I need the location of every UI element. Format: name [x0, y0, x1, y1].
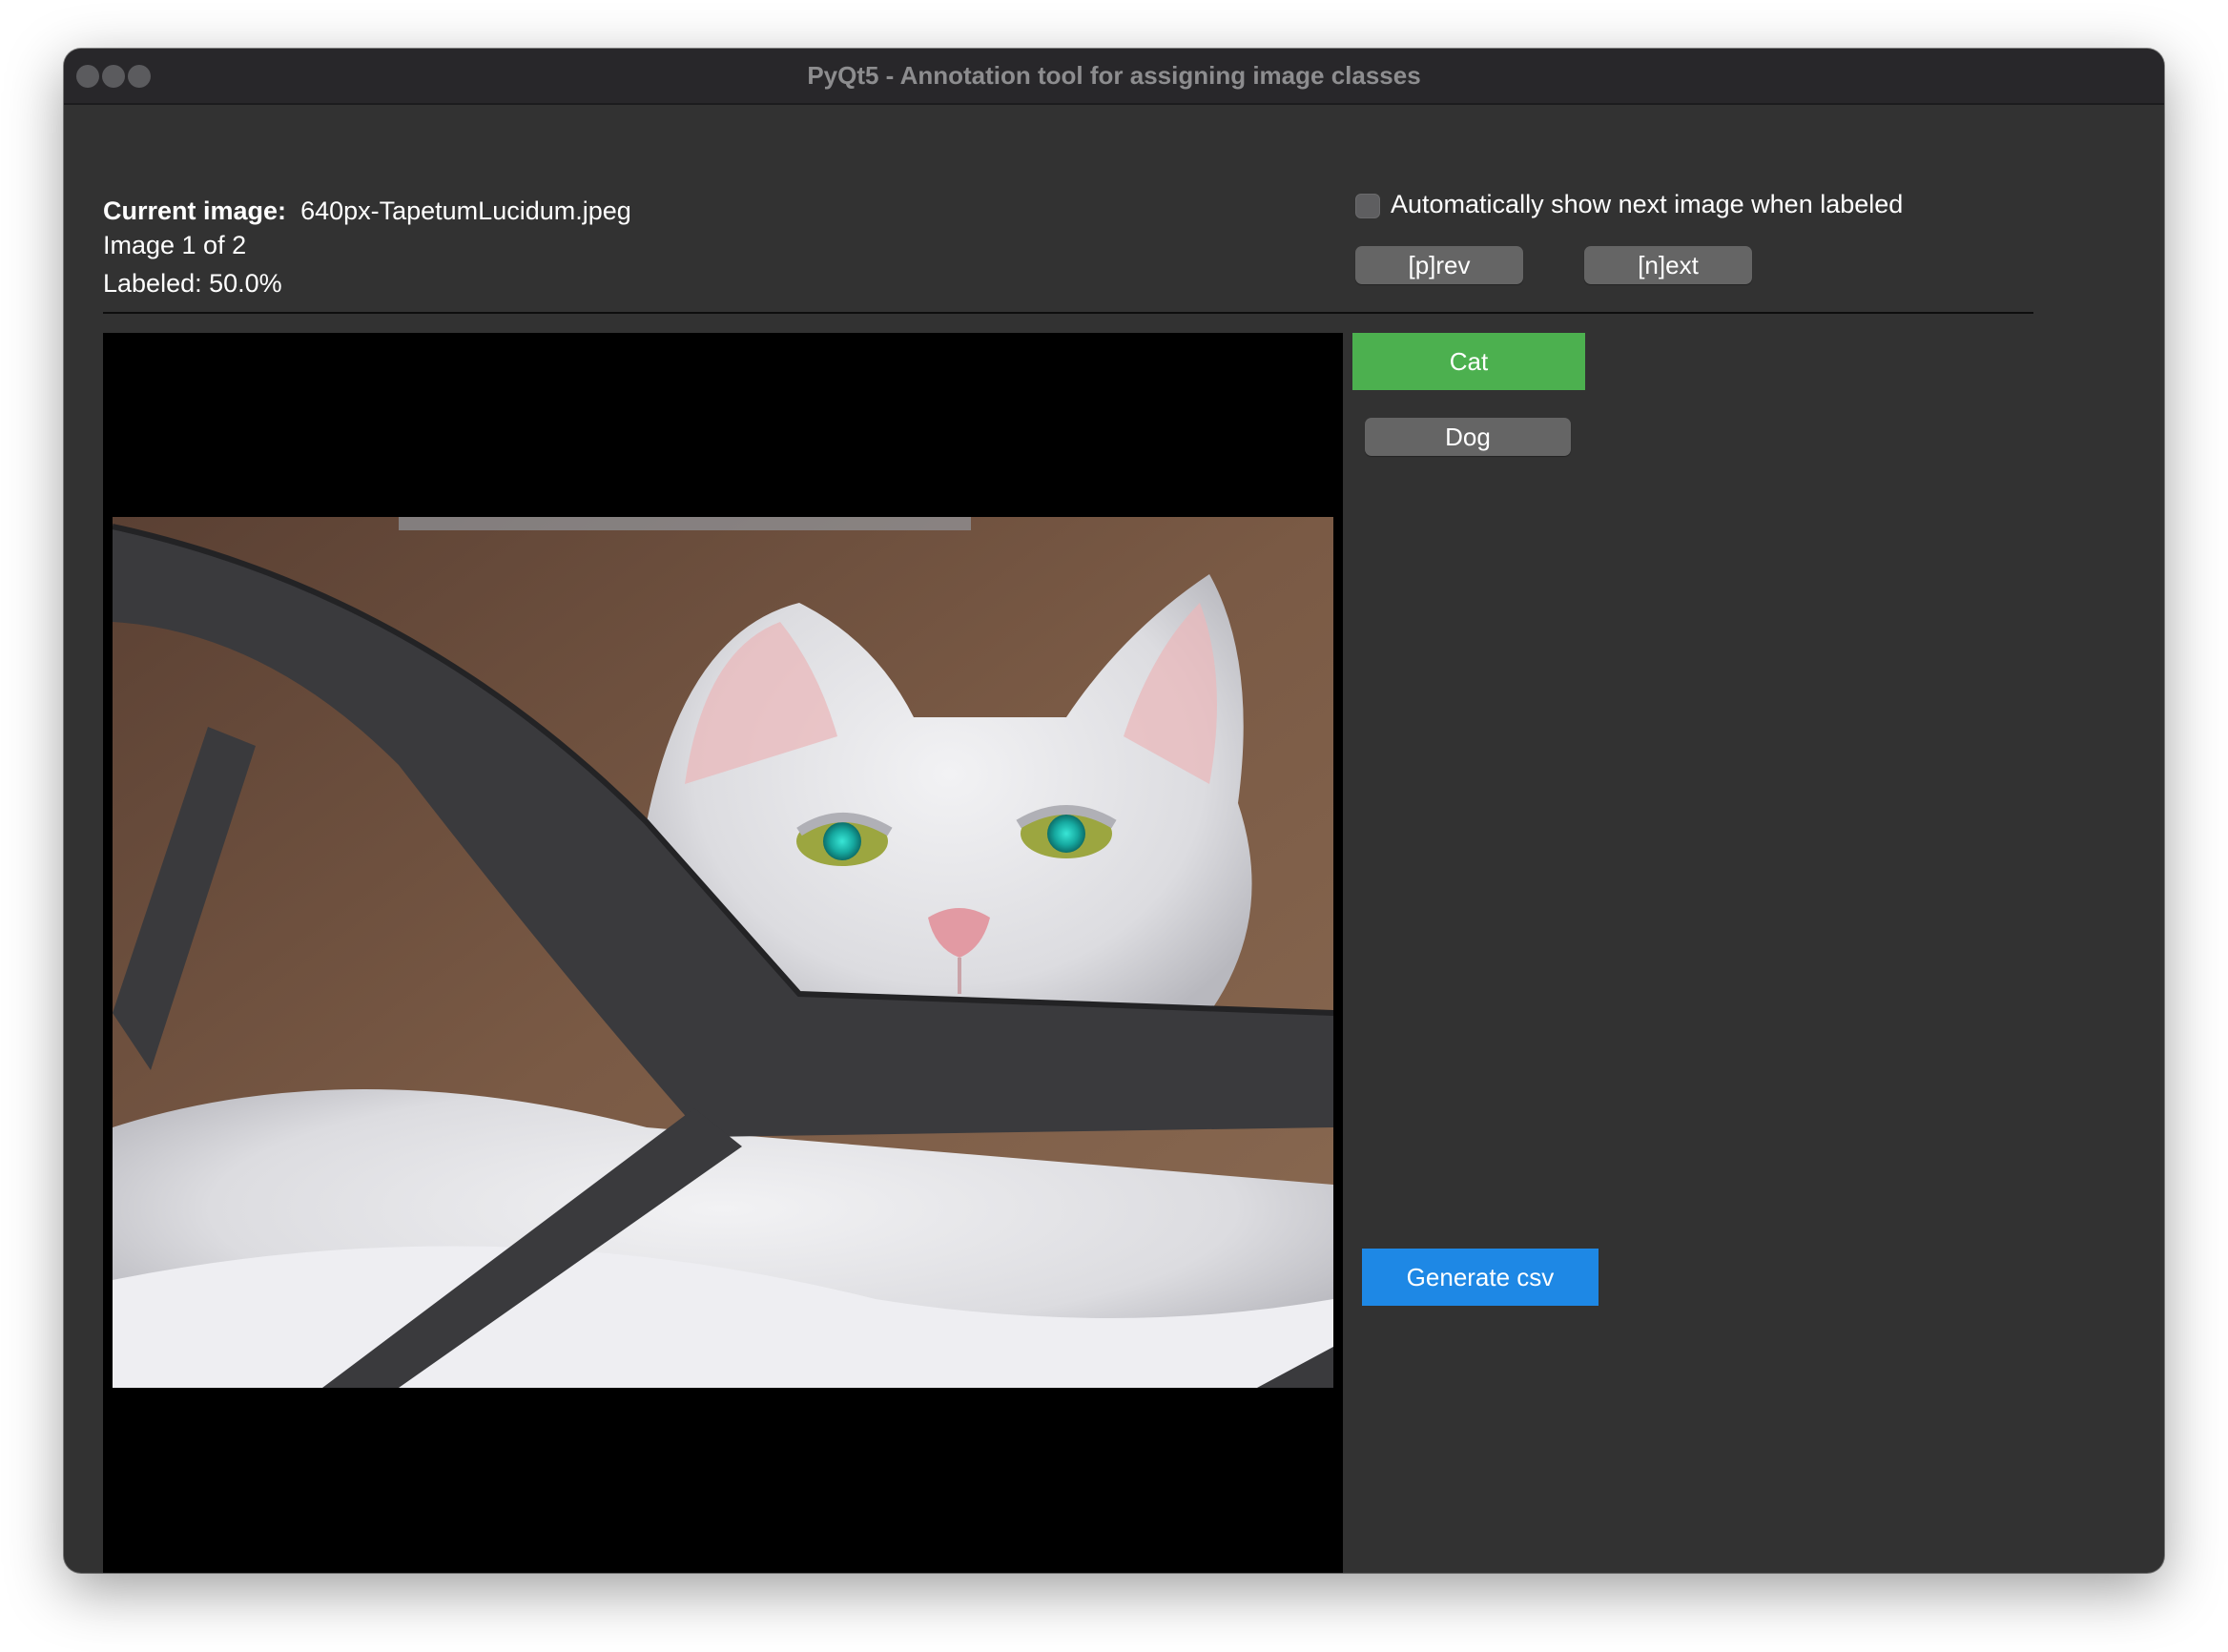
- app-window: PyQt5 - Annotation tool for assigning im…: [64, 49, 2164, 1573]
- window-title: PyQt5 - Annotation tool for assigning im…: [807, 61, 1421, 90]
- image-counter: Image 1 of 2: [103, 231, 247, 259]
- header-divider: [103, 312, 2033, 314]
- auto-next-checkbox[interactable]: [1355, 194, 1380, 218]
- class-button-cat[interactable]: Cat: [1352, 333, 1585, 390]
- current-image-line: Current image: 640px-TapetumLucidum.jpeg: [103, 196, 631, 226]
- generate-csv-button[interactable]: Generate csv: [1362, 1249, 1599, 1306]
- cat-photo: [113, 517, 1333, 1388]
- prev-button[interactable]: [p]rev: [1355, 246, 1523, 284]
- class-button-dog[interactable]: Dog: [1365, 418, 1571, 456]
- labeled-progress: Labeled: 50.0%: [103, 269, 282, 298]
- next-button[interactable]: [n]ext: [1584, 246, 1752, 284]
- current-image-label: Current image:: [103, 196, 287, 225]
- auto-next-label[interactable]: Automatically show next image when label…: [1391, 190, 1903, 219]
- image-viewer: [103, 333, 1343, 1573]
- current-image-filename: 640px-TapetumLucidum.jpeg: [300, 196, 631, 225]
- title-bar: PyQt5 - Annotation tool for assigning im…: [64, 49, 2164, 105]
